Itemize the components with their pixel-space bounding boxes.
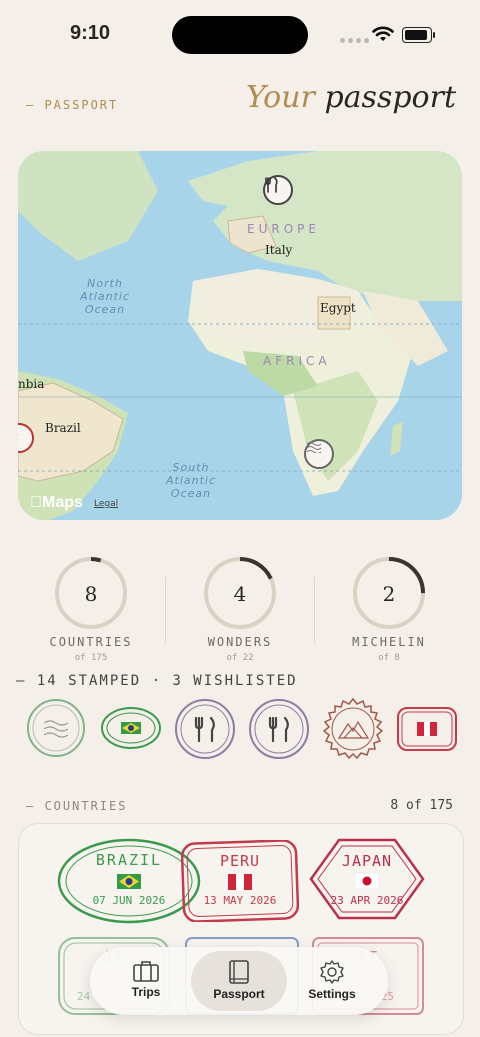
- tab-label: Passport: [213, 987, 265, 1001]
- stat-label: MICHELIN: [352, 635, 426, 649]
- page-title: Your passport: [246, 80, 456, 115]
- stamp-country-name[interactable]: JAPAN: [309, 852, 425, 870]
- cellular-signal-icon: [340, 38, 369, 43]
- divider: [314, 577, 315, 643]
- fork-knife-icon: [265, 177, 278, 193]
- stat-value: 2: [382, 582, 396, 606]
- countries-count: 8 of 175: [390, 798, 453, 813]
- stats-row: 8 COUNTRIES of 175 4 WONDERS of 22 2 MIC…: [0, 555, 480, 675]
- title-rest: passport: [324, 80, 456, 115]
- tab-settings[interactable]: Settings: [284, 951, 380, 1011]
- map-label-italy: Italy: [265, 243, 293, 257]
- title-accent: Your: [245, 80, 315, 115]
- mountain-icon: [337, 720, 370, 739]
- stat-label: WONDERS: [207, 635, 273, 649]
- section-label-passport: — PASSPORT: [26, 98, 119, 112]
- tab-label: Settings: [308, 987, 356, 1001]
- michelin-badge[interactable]: [174, 698, 236, 760]
- world-map[interactable]: North Atlantic Ocean South Atlantic Ocea…: [18, 151, 462, 520]
- stat-sub: of 8: [378, 653, 400, 663]
- stamp-date: 24: [77, 990, 91, 1003]
- tab-trips[interactable]: Trips: [98, 951, 194, 1011]
- apple-maps-logo: Maps: [30, 494, 83, 511]
- stat-sub: of 175: [74, 653, 108, 663]
- map-legal-link[interactable]: Legal: [94, 499, 118, 509]
- tab-passport[interactable]: Passport: [191, 951, 287, 1011]
- mountain-seal-badge[interactable]: [322, 698, 384, 760]
- waves-icon: [306, 442, 322, 453]
- passport-book-icon: [229, 960, 249, 984]
- map-label-egypt: Egypt: [320, 301, 356, 315]
- stamped-summary: — 14 STAMPED · 3 WISHLISTED: [16, 673, 298, 689]
- stat-value: 4: [233, 582, 247, 606]
- stamp-country-name[interactable]: PERU: [181, 852, 299, 870]
- divider: [165, 577, 166, 643]
- stamp-date: 07 JUN 2026: [92, 894, 166, 907]
- stat-label: COUNTRIES: [49, 635, 133, 649]
- map-label-africa: AFRICA: [263, 354, 331, 368]
- map-label-south-atlantic: South Atlantic Ocean: [166, 461, 217, 500]
- badge-row: [0, 696, 480, 762]
- stamp-date: 13 MAY 2026: [203, 894, 277, 907]
- map-label-brazil: Brazil: [45, 421, 81, 435]
- stamp-date: 23 APR 2026: [330, 894, 404, 907]
- seal-icon: [18, 433, 19, 435]
- fork-knife-icon: [268, 716, 289, 743]
- map-label-europe: EUROPE: [247, 222, 320, 236]
- waves-icon: [43, 720, 69, 738]
- map-pin-michelin[interactable]: [263, 175, 293, 205]
- fork-knife-icon: [194, 716, 215, 743]
- stamp-country-name[interactable]: BRAZIL: [57, 851, 201, 869]
- map-label-colombia: nbia: [18, 377, 45, 391]
- map-label-north-atlantic: North Atlantic Ocean: [80, 277, 131, 316]
- stat-michelin: 2 MICHELIN of 8: [319, 555, 459, 663]
- battery-icon: [402, 27, 435, 43]
- wifi-icon: [372, 26, 394, 41]
- michelin-badge[interactable]: [248, 698, 310, 760]
- dynamic-island: [172, 16, 308, 54]
- stat-countries: 8 COUNTRIES of 175: [21, 555, 161, 663]
- section-label-countries: — COUNTRIES: [26, 799, 128, 813]
- stat-value: 8: [84, 582, 98, 606]
- gear-icon: [320, 960, 344, 984]
- peru-flag-badge[interactable]: [396, 706, 458, 752]
- suitcase-icon: [133, 961, 159, 982]
- brazil-flag-badge[interactable]: [100, 706, 162, 750]
- status-bar: 9:10: [0, 0, 480, 70]
- tab-bar: Trips Passport Settings: [90, 947, 388, 1015]
- tab-label: Trips: [131, 985, 161, 999]
- country-stamp-japan-frame: [309, 838, 425, 920]
- stat-wonders: 4 WONDERS of 22: [170, 555, 310, 663]
- map-terrain: [18, 151, 462, 520]
- map-pin-wonder[interactable]: [304, 439, 334, 469]
- waves-badge[interactable]: [26, 698, 86, 758]
- stat-sub: of 22: [226, 653, 254, 663]
- status-time: 9:10: [70, 22, 111, 44]
